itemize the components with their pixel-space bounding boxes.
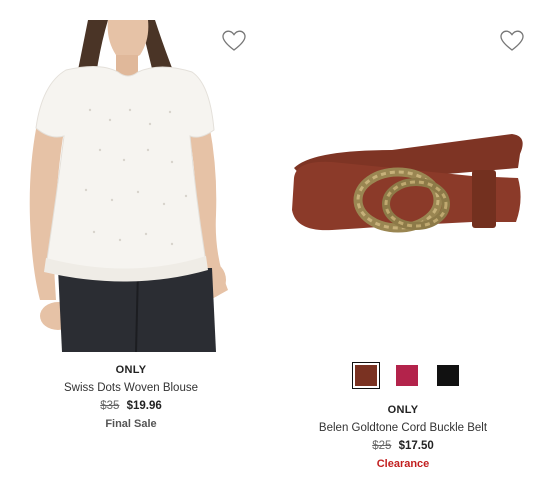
product-name-link[interactable]: Swiss Dots Woven Blouse bbox=[0, 382, 262, 394]
clearance-label: Clearance bbox=[376, 458, 430, 470]
swatch-brown[interactable] bbox=[352, 362, 380, 389]
product-info: ONLY Belen Goldtone Cord Buckle Belt $25… bbox=[272, 404, 534, 470]
swatch-chip bbox=[437, 365, 459, 386]
heart-outline-icon[interactable] bbox=[222, 30, 246, 52]
swatch-black[interactable] bbox=[434, 362, 462, 389]
original-price: $25 bbox=[372, 440, 392, 452]
product-name-link[interactable]: Belen Goldtone Cord Buckle Belt bbox=[272, 422, 534, 434]
product-brand: ONLY bbox=[387, 404, 419, 416]
swatch-berry[interactable] bbox=[393, 362, 421, 389]
original-price: $35 bbox=[100, 400, 120, 412]
heart-outline-icon[interactable] bbox=[500, 30, 524, 52]
product-card-belt[interactable]: ONLY Belen Goldtone Cord Buckle Belt $25… bbox=[272, 0, 534, 482]
price-row: $25 $17.50 bbox=[272, 440, 534, 452]
product-brand: ONLY bbox=[115, 364, 147, 376]
final-sale-label: Final Sale bbox=[105, 418, 157, 430]
sale-price: $17.50 bbox=[398, 440, 434, 452]
product-image-blouse[interactable] bbox=[0, 0, 262, 357]
sale-price: $19.96 bbox=[126, 400, 162, 412]
product-info: ONLY Swiss Dots Woven Blouse $35 $19.96 … bbox=[0, 364, 262, 430]
price-row: $35 $19.96 bbox=[0, 400, 262, 412]
swatch-chip bbox=[355, 365, 377, 386]
swatch-chip bbox=[396, 365, 418, 386]
product-card-blouse[interactable]: ONLY Swiss Dots Woven Blouse $35 $19.96 … bbox=[0, 0, 262, 482]
color-swatches bbox=[352, 362, 462, 389]
product-image-belt[interactable] bbox=[272, 0, 534, 357]
product-grid: ONLY Swiss Dots Woven Blouse $35 $19.96 … bbox=[0, 0, 534, 482]
